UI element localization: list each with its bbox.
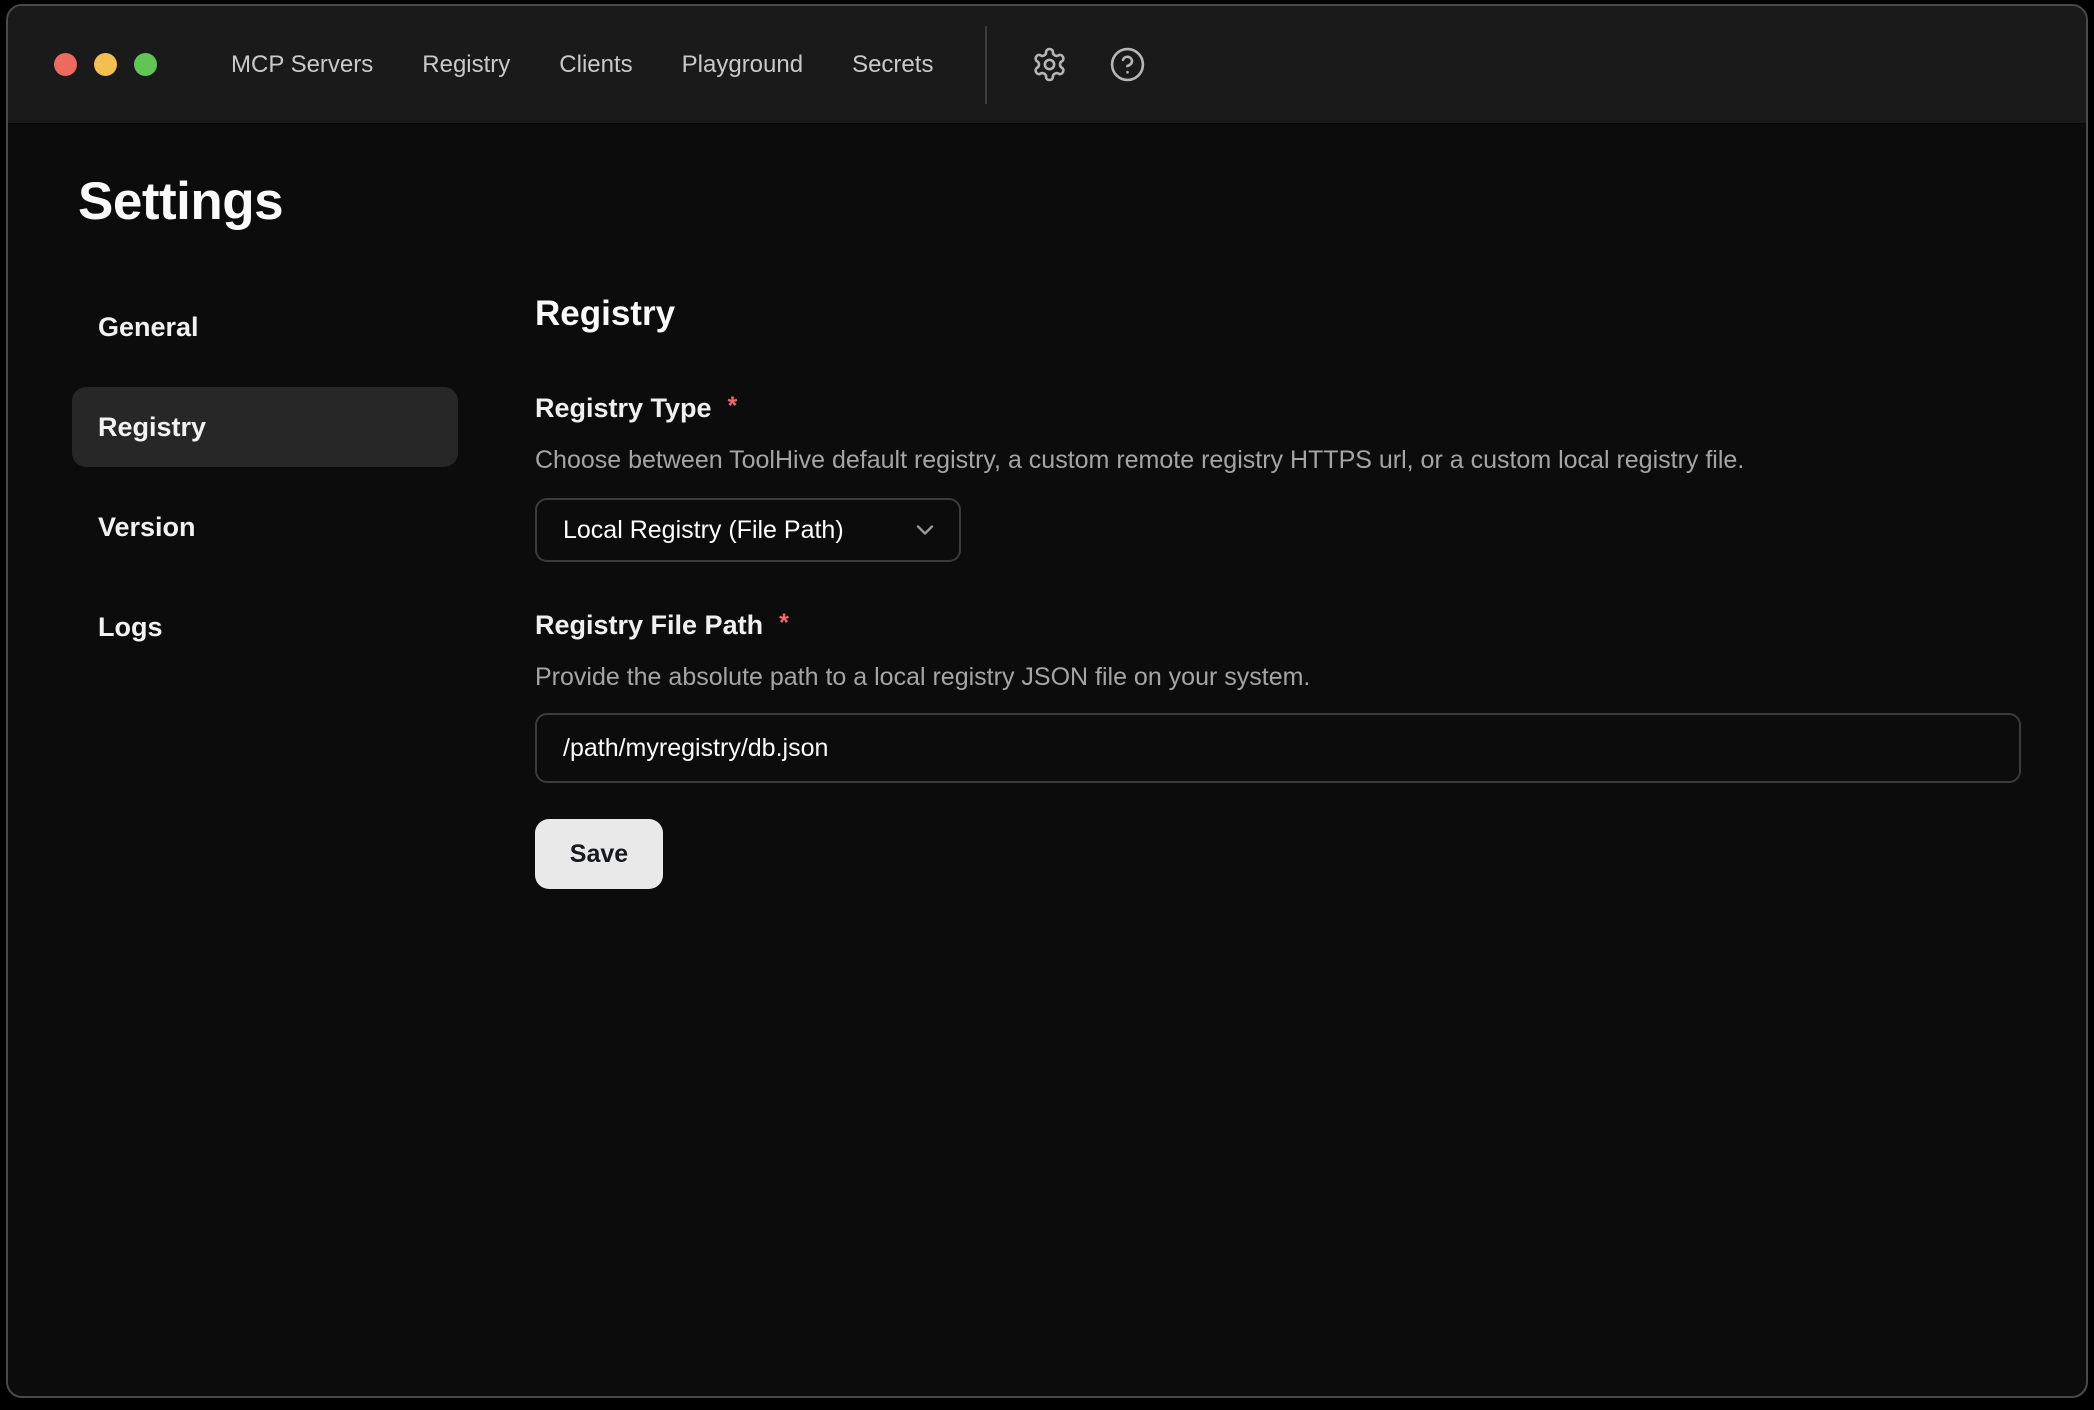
sidebar-item-general[interactable]: General bbox=[72, 287, 458, 367]
top-nav: MCP Servers Registry Clients Playground … bbox=[231, 51, 933, 79]
sidebar-item-registry[interactable]: Registry bbox=[72, 387, 458, 467]
sidebar-item-logs[interactable]: Logs bbox=[72, 587, 458, 667]
chevron-down-icon bbox=[911, 516, 939, 544]
titlebar-icons bbox=[1025, 41, 1151, 89]
traffic-lights bbox=[54, 53, 157, 76]
nav-item-clients[interactable]: Clients bbox=[559, 51, 632, 79]
zoom-window-button[interactable] bbox=[134, 53, 157, 76]
registry-file-path-input[interactable] bbox=[535, 713, 2021, 783]
save-button[interactable]: Save bbox=[535, 819, 663, 889]
nav-item-secrets[interactable]: Secrets bbox=[852, 51, 933, 79]
settings-layout: General Registry Version Logs Registry R… bbox=[8, 287, 2086, 889]
page-title: Settings bbox=[78, 170, 2086, 234]
registry-type-label-text: Registry Type bbox=[535, 391, 712, 425]
registry-file-path-label-text: Registry File Path bbox=[535, 608, 763, 642]
settings-gear-icon[interactable] bbox=[1025, 41, 1073, 89]
minimize-window-button[interactable] bbox=[94, 53, 117, 76]
nav-item-mcp-servers[interactable]: MCP Servers bbox=[231, 51, 373, 79]
sidebar-item-version[interactable]: Version bbox=[72, 487, 458, 567]
registry-file-path-description: Provide the absolute path to a local reg… bbox=[535, 662, 2021, 693]
close-window-button[interactable] bbox=[54, 53, 77, 76]
titlebar: MCP Servers Registry Clients Playground … bbox=[8, 6, 2086, 124]
registry-type-selected-value: Local Registry (File Path) bbox=[563, 516, 844, 545]
registry-file-path-label: Registry File Path * bbox=[535, 608, 2021, 642]
section-heading: Registry bbox=[535, 293, 2021, 335]
required-asterisk: * bbox=[728, 391, 738, 421]
help-icon[interactable] bbox=[1103, 41, 1151, 89]
registry-type-label: Registry Type * bbox=[535, 391, 2021, 425]
titlebar-divider bbox=[985, 26, 987, 104]
registry-type-description: Choose between ToolHive default registry… bbox=[535, 445, 2021, 476]
registry-type-select[interactable]: Local Registry (File Path) bbox=[535, 498, 961, 562]
nav-item-playground[interactable]: Playground bbox=[682, 51, 803, 79]
app-window: MCP Servers Registry Clients Playground … bbox=[6, 4, 2088, 1398]
registry-settings-panel: Registry Registry Type * Choose between … bbox=[535, 287, 2021, 889]
required-asterisk: * bbox=[779, 608, 789, 638]
settings-sidebar: General Registry Version Logs bbox=[72, 287, 458, 667]
nav-item-registry[interactable]: Registry bbox=[422, 51, 510, 79]
